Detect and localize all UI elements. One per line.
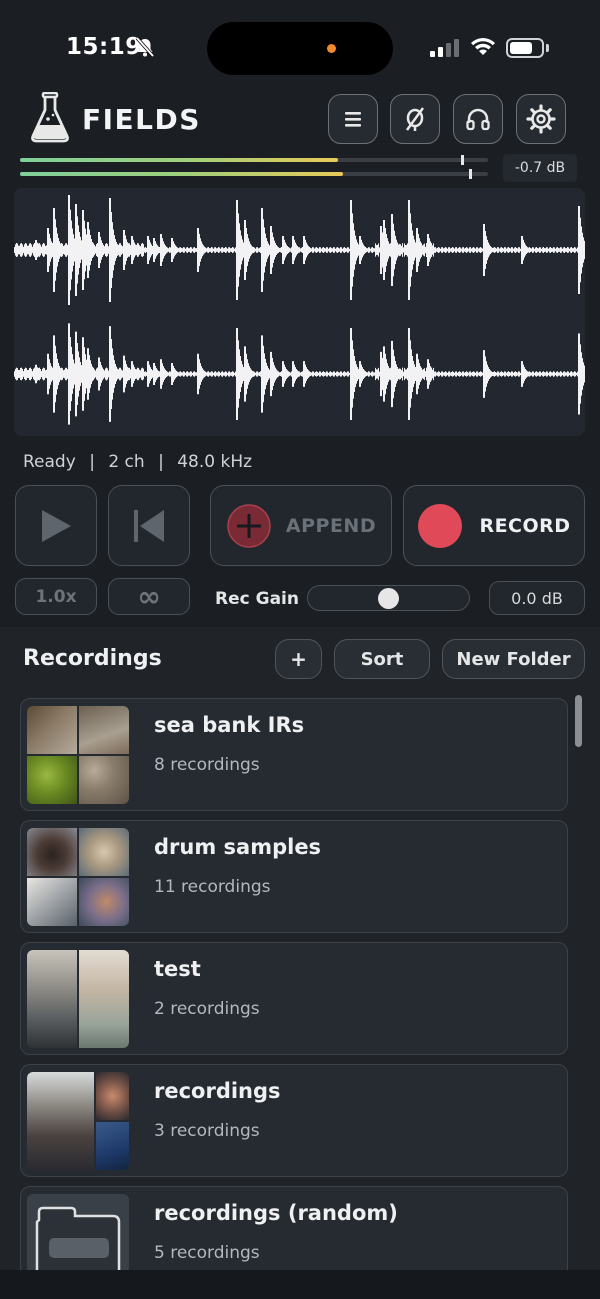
level-meter-right-fill xyxy=(20,172,343,176)
status-text: Ready xyxy=(23,452,76,472)
waveform-display[interactable] xyxy=(14,188,585,436)
rec-gain-value[interactable]: 0.0 dB xyxy=(489,581,585,615)
privacy-indicator-dot xyxy=(327,44,336,53)
bottom-edge xyxy=(0,1270,600,1299)
folder-count: 5 recordings xyxy=(154,1243,260,1263)
waveform-channel xyxy=(14,323,585,425)
folder-card[interactable]: test 2 recordings xyxy=(20,942,568,1055)
folder-count: 8 recordings xyxy=(154,755,260,775)
channel-count: 2 ch xyxy=(108,452,145,472)
peak-hold-right xyxy=(469,169,472,179)
wifi-icon xyxy=(471,38,495,55)
append-button[interactable]: APPEND xyxy=(210,485,392,566)
silent-bell-icon xyxy=(135,36,155,58)
cellular-signal-icon xyxy=(430,39,459,57)
add-recording-button[interactable]: + xyxy=(275,639,322,679)
play-button[interactable] xyxy=(15,485,97,566)
app-title: FIELDS xyxy=(82,103,201,136)
waveform-channel xyxy=(14,195,585,305)
recorder-info: Ready | 2 ch | 48.0 kHz xyxy=(23,452,252,472)
loop-button[interactable]: ∞ xyxy=(108,578,190,615)
record-label: RECORD xyxy=(479,514,571,537)
record-dot-icon xyxy=(418,503,463,548)
folder-thumbnail xyxy=(27,828,129,926)
headphones-icon xyxy=(466,108,490,131)
info-separator: | xyxy=(89,452,95,472)
folder-name: recordings (random) xyxy=(154,1201,398,1225)
play-icon xyxy=(42,509,71,542)
level-meter-right xyxy=(20,169,488,179)
folder-thumbnail xyxy=(27,950,129,1048)
folder-name: recordings xyxy=(154,1079,281,1103)
folder-name: drum samples xyxy=(154,835,322,859)
rec-gain-slider-knob[interactable] xyxy=(377,588,399,609)
sort-button[interactable]: Sort xyxy=(334,639,430,679)
input-monitor-button[interactable] xyxy=(390,94,440,144)
settings-gear-icon xyxy=(526,104,556,134)
folder-name: sea bank IRs xyxy=(154,713,305,737)
peak-hold-left xyxy=(461,155,464,165)
folder-name: test xyxy=(154,957,201,981)
append-plus-icon xyxy=(227,503,271,548)
level-meter-left-fill xyxy=(20,158,339,162)
battery-icon xyxy=(506,38,544,58)
info-separator: | xyxy=(158,452,164,472)
rec-gain-slider[interactable] xyxy=(307,585,470,611)
input-monitor-off-icon xyxy=(405,107,425,131)
playback-speed-button[interactable]: 1.0x xyxy=(15,578,97,615)
folder-card[interactable]: sea bank IRs 8 recordings xyxy=(20,698,568,811)
folder-card[interactable]: recordings 3 recordings xyxy=(20,1064,568,1177)
peak-db-readout: -0.7 dB xyxy=(503,154,577,182)
sample-rate: 48.0 kHz xyxy=(177,452,253,472)
waveform-svg xyxy=(14,195,585,425)
new-folder-button[interactable]: New Folder xyxy=(442,639,585,679)
battery-tip xyxy=(546,44,549,52)
folder-count: 2 recordings xyxy=(154,999,260,1019)
settings-button[interactable] xyxy=(516,94,566,144)
folder-count: 3 recordings xyxy=(154,1121,260,1141)
menu-button[interactable] xyxy=(328,94,378,144)
recordings-scrollbar[interactable] xyxy=(575,695,582,747)
flask-logo-icon xyxy=(31,92,69,143)
folder-thumbnail xyxy=(27,1072,129,1170)
skip-to-start-icon xyxy=(134,509,164,542)
status-time: 15:19 xyxy=(66,34,142,60)
folder-count: 11 recordings xyxy=(154,877,271,897)
rewind-to-start-button[interactable] xyxy=(108,485,190,566)
level-meter-left xyxy=(20,155,488,165)
recordings-title: Recordings xyxy=(23,646,162,671)
record-button[interactable]: RECORD xyxy=(403,485,585,566)
headphones-button[interactable] xyxy=(453,94,503,144)
rec-gain-label: Rec Gain xyxy=(215,589,299,609)
append-label: APPEND xyxy=(285,514,377,537)
menu-icon xyxy=(345,112,361,127)
folder-thumbnail xyxy=(27,706,129,804)
dynamic-island xyxy=(207,22,393,75)
folder-card[interactable]: drum samples 11 recordings xyxy=(20,820,568,933)
